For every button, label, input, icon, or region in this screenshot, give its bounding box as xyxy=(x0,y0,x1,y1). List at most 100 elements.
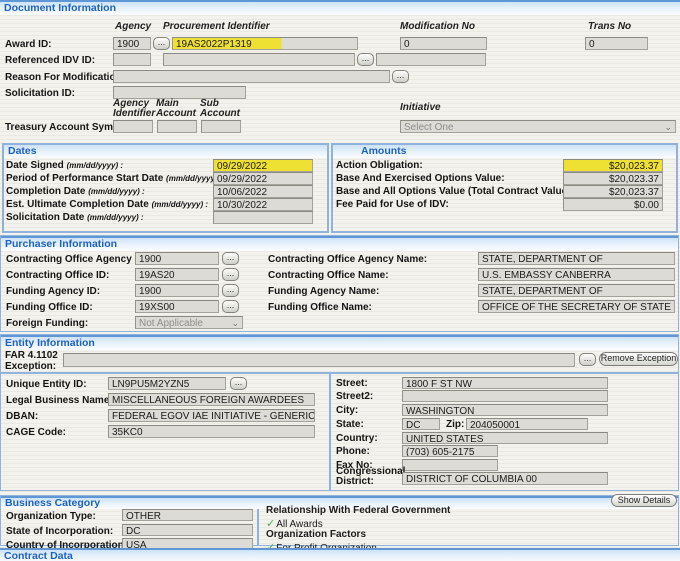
organization-factors-heading: Organization Factors xyxy=(266,529,366,540)
organization-type-field[interactable]: OTHER xyxy=(122,509,253,521)
relationship-federal-government-heading: Relationship With Federal Government xyxy=(266,505,450,516)
base-all-options-label: Base and All Options Value (Total Contra… xyxy=(336,186,574,197)
reason-for-modification-lookup-button[interactable]: ... xyxy=(392,70,409,83)
section-header-entity-information: Entity Information xyxy=(1,335,678,350)
award-id-label: Award ID: xyxy=(5,39,52,50)
foreign-funding-label: Foreign Funding: xyxy=(6,318,88,329)
referenced-idv-label: Referenced IDV ID: xyxy=(5,55,95,66)
section-header-amounts: Amounts xyxy=(333,145,676,158)
state-field[interactable]: DC xyxy=(402,418,440,430)
state-of-incorporation-field[interactable]: DC xyxy=(122,524,253,536)
contracting-office-id-field[interactable]: 19AS20 xyxy=(135,268,219,281)
phone-label: Phone: xyxy=(336,446,370,457)
country-field[interactable]: UNITED STATES xyxy=(402,432,608,444)
state-label: State: xyxy=(336,419,364,430)
pop-start-date-field[interactable]: 09/29/2022 xyxy=(213,172,313,185)
far-exception-label: FAR 4.1102 Exception: xyxy=(5,350,63,372)
reason-for-modification-label: Reason For Modification: xyxy=(5,72,125,83)
phone-field[interactable]: (703) 605-2175 xyxy=(402,445,498,457)
referenced-idv-piid-field[interactable] xyxy=(163,53,355,66)
award-trans-no-field[interactable]: 0 xyxy=(585,37,648,50)
referenced-idv-agency-field[interactable] xyxy=(113,53,151,66)
zip-field[interactable]: 204050001 xyxy=(466,418,588,430)
funding-agency-id-field[interactable]: 1900 xyxy=(135,284,219,297)
column-header-modification-no: Modification No xyxy=(400,22,475,32)
contracting-office-agency-id-lookup-button[interactable]: ... xyxy=(222,252,239,265)
base-all-options-field[interactable]: $20,023.37 xyxy=(563,185,663,198)
unique-entity-id-label: Unique Entity ID: xyxy=(6,379,87,390)
est-ultimate-completion-date-field[interactable]: 10/30/2022 xyxy=(213,198,313,211)
zip-label: Zip: xyxy=(446,419,464,430)
column-header-agency: Agency xyxy=(115,22,151,32)
funding-office-id-lookup-button[interactable]: ... xyxy=(222,300,239,313)
contracting-office-agency-id-label: Contracting Office Agency ID: xyxy=(6,254,148,265)
entity-divider-horizontal xyxy=(1,372,678,374)
solicitation-date-label: Solicitation Date xyxy=(6,212,84,223)
far-exception-lookup-button[interactable]: ... xyxy=(579,353,596,366)
section-header-contract-data: Contract Data xyxy=(0,548,680,561)
referenced-idv-lookup-button[interactable]: ... xyxy=(357,53,374,66)
tas-agency-identifier-field[interactable] xyxy=(113,120,153,133)
cage-code-field[interactable]: 35KC0 xyxy=(108,425,315,438)
entity-divider-vertical xyxy=(329,374,331,490)
chevron-down-icon: ⌄ xyxy=(664,121,672,133)
date-signed-field[interactable]: 09/29/2022 xyxy=(213,159,313,172)
solicitation-date-field[interactable] xyxy=(213,211,313,224)
contracting-office-agency-name-field[interactable]: STATE, DEPARTMENT OF xyxy=(478,252,675,265)
foreign-funding-selected-value: Not Applicable xyxy=(139,318,203,329)
award-agency-lookup-button[interactable]: ... xyxy=(153,37,170,50)
state-of-incorporation-label: State of Incorporation: xyxy=(6,526,113,537)
tas-header-main-account: Main Account xyxy=(156,99,200,119)
award-piid-field[interactable]: 19AS2022P1319 xyxy=(172,37,358,50)
far-exception-field[interactable] xyxy=(63,353,575,367)
chevron-down-icon: ⌄ xyxy=(231,317,239,329)
contracting-office-id-label: Contracting Office ID: xyxy=(6,270,109,281)
unique-entity-id-lookup-button[interactable]: ... xyxy=(230,377,247,390)
fax-no-field[interactable] xyxy=(402,459,498,471)
funding-office-name-field[interactable]: OFFICE OF THE SECRETARY OF STATE xyxy=(478,300,675,313)
tas-sub-account-field[interactable] xyxy=(201,120,241,133)
dban-label: DBAN: xyxy=(6,411,38,422)
legal-business-name-label: Legal Business Name: xyxy=(6,395,113,406)
foreign-funding-dropdown[interactable]: Not Applicable ⌄ xyxy=(135,316,243,329)
tas-main-account-field[interactable] xyxy=(157,120,197,133)
action-obligation-field[interactable]: $20,023.37 xyxy=(563,159,663,172)
funding-agency-id-lookup-button[interactable]: ... xyxy=(222,284,239,297)
contracting-office-name-field[interactable]: U.S. EMBASSY CANBERRA xyxy=(478,268,675,281)
initiative-dropdown[interactable]: Select One ⌄ xyxy=(400,120,676,133)
contracting-office-id-lookup-button[interactable]: ... xyxy=(222,268,239,281)
funding-agency-name-label: Funding Agency Name: xyxy=(268,286,379,297)
base-exercised-options-field[interactable]: $20,023.37 xyxy=(563,172,663,185)
funding-agency-name-field[interactable]: STATE, DEPARTMENT OF xyxy=(478,284,675,297)
dban-field[interactable]: FEDERAL EGOV IAE INITIATIVE - GENERIC D xyxy=(108,409,315,422)
legal-business-name-field[interactable]: MISCELLANEOUS FOREIGN AWARDEES xyxy=(108,393,315,406)
city-field[interactable]: WASHINGTON xyxy=(402,404,608,416)
section-header-purchaser-information: Purchaser Information xyxy=(1,236,678,251)
section-header-document-information: Document Information xyxy=(0,0,680,15)
action-obligation-label: Action Obligation: xyxy=(336,160,423,171)
referenced-idv-mod-field[interactable] xyxy=(376,53,486,66)
award-agency-field[interactable]: 1900 xyxy=(113,37,151,50)
street2-field[interactable] xyxy=(402,390,608,402)
country-label: Country: xyxy=(336,433,378,444)
completion-date-field[interactable]: 10/06/2022 xyxy=(213,185,313,198)
contracting-office-agency-id-field[interactable]: 1900 xyxy=(135,252,219,265)
reason-for-modification-field[interactable] xyxy=(113,70,390,83)
street-label: Street: xyxy=(336,378,368,389)
award-modification-no-field[interactable]: 0 xyxy=(400,37,487,50)
remove-exception-button[interactable]: Remove Exception xyxy=(599,352,678,366)
show-details-button[interactable]: Show Details xyxy=(611,494,677,507)
congressional-district-field[interactable]: DISTRICT OF COLUMBIA 00 xyxy=(402,472,608,485)
date-signed-label: Date Signed xyxy=(6,160,64,171)
funding-office-id-field[interactable]: 19XS00 xyxy=(135,300,219,313)
est-ultimate-completion-date-label: Est. Ultimate Completion Date xyxy=(6,199,149,210)
street-field[interactable]: 1800 F ST NW xyxy=(402,377,608,389)
organization-type-label: Organization Type: xyxy=(6,511,96,522)
section-title: Document Information xyxy=(4,2,116,14)
pop-start-date-label: Period of Performance Start Date xyxy=(6,173,163,184)
fee-paid-idv-label: Fee Paid for Use of IDV: xyxy=(336,199,449,210)
tas-header-agency-identifier: Agency Identifier xyxy=(113,99,155,119)
fee-paid-idv-field[interactable]: $0.00 xyxy=(563,198,663,211)
column-header-initiative: Initiative xyxy=(400,103,441,113)
unique-entity-id-field[interactable]: LN9PU5M2YZN5 xyxy=(108,377,226,390)
